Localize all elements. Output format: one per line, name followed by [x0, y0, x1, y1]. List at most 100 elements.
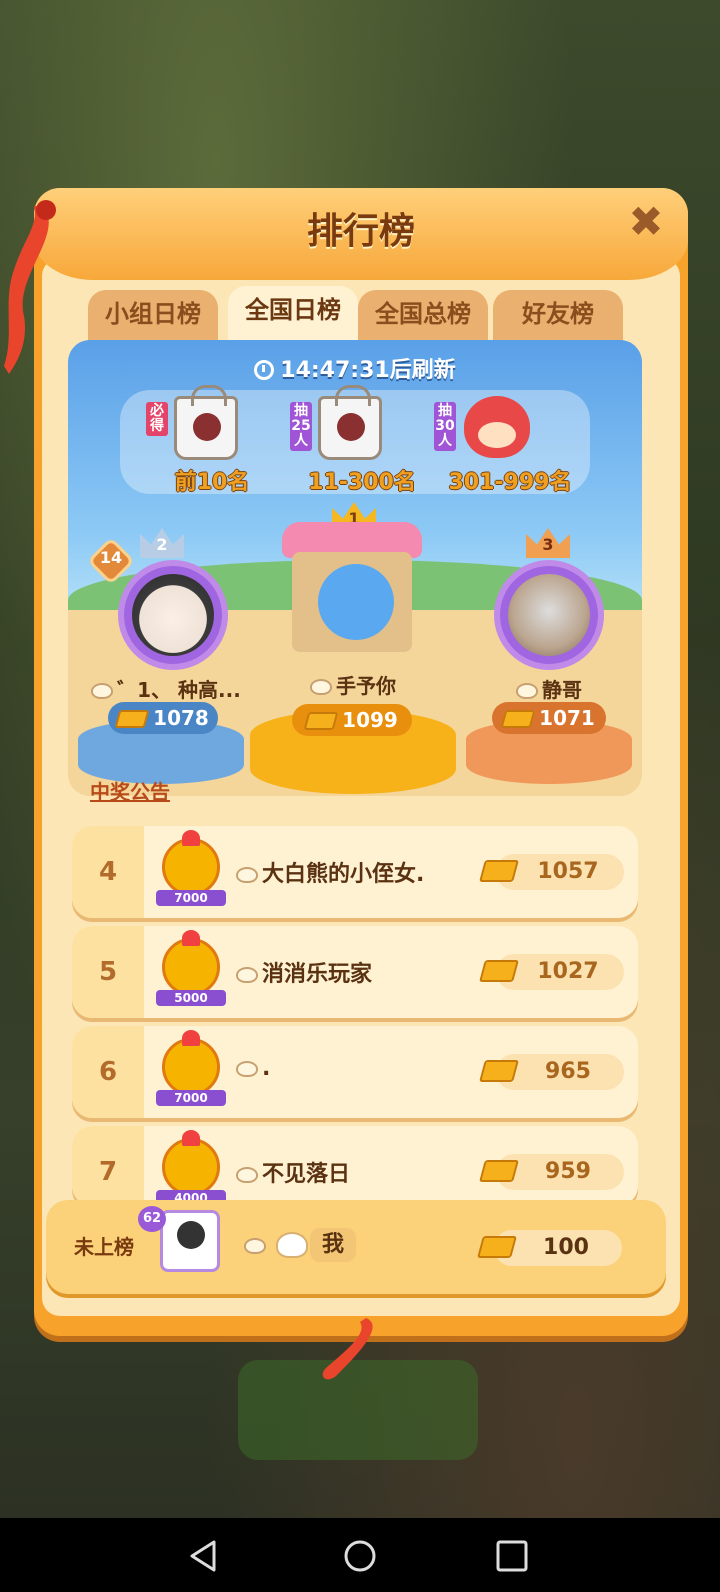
fox-plush-icon	[464, 396, 530, 458]
podium-second[interactable]: 2 14 ゛1、 种高... 1078	[78, 520, 248, 790]
gold-bar-icon	[114, 710, 150, 728]
knight-mascot-icon	[318, 564, 394, 640]
home-icon[interactable]	[338, 1534, 382, 1578]
refresh-timer: 14:47:31后刷新	[68, 352, 642, 384]
winner-announcement-link[interactable]: 中奖公告	[90, 776, 170, 805]
podium-score: 1099	[292, 704, 412, 736]
chick-crest-icon	[182, 830, 200, 846]
close-button[interactable]: ✖	[624, 200, 668, 244]
player-name: 静哥	[464, 674, 634, 703]
tab-national-total[interactable]: 全国总榜	[358, 290, 488, 342]
table-row[interactable]: 5 5000 消消乐玩家 1027	[72, 926, 638, 1018]
reward-tiers[interactable]: 必得 前10名 抽25人 11-300名 抽30人 301-999名	[120, 385, 590, 495]
score-text: 1078	[153, 706, 209, 730]
bunny-icon	[236, 1167, 258, 1183]
chick-avatar-icon	[162, 1038, 220, 1096]
avatar[interactable]: 5000	[156, 930, 226, 1010]
row-rank: 7	[72, 1126, 144, 1206]
tab-group-daily[interactable]: 小组日榜	[88, 290, 218, 342]
player-name: ゛1、 种高...	[86, 674, 246, 703]
avatar[interactable]	[118, 560, 228, 670]
player-name-text: 大白熊的小侄女.	[262, 862, 425, 887]
player-name: .	[236, 1056, 270, 1081]
tab-friends[interactable]: 好友榜	[493, 290, 623, 342]
bunny-icon	[236, 1061, 258, 1077]
ribbon-bottom-icon	[322, 1318, 373, 1380]
bunny-icon	[516, 683, 538, 699]
bunny-icon	[244, 1238, 266, 1254]
my-rank-row[interactable]: 未上榜 62 我 100	[46, 1200, 666, 1294]
row-rank: 5	[72, 926, 144, 1018]
rabbit-pet-icon	[276, 1232, 308, 1258]
level-number: 14	[99, 548, 123, 567]
table-row[interactable]: 7 4000 不见落日 959	[72, 1126, 638, 1206]
gift-bag-icon	[318, 385, 382, 460]
clock-icon	[254, 360, 275, 380]
back-icon[interactable]	[182, 1534, 226, 1578]
table-row[interactable]: 4 7000 大白熊的小侄女. 1057	[72, 826, 638, 918]
podium-score: 1078	[108, 702, 218, 734]
my-name: 我	[310, 1228, 357, 1262]
reward-tag: 抽30人	[434, 402, 456, 451]
reward-tier-3[interactable]: 抽30人 301-999名	[434, 396, 571, 495]
bunny-icon	[236, 867, 258, 883]
avatar[interactable]: 4000	[156, 1130, 226, 1210]
score-text: 1099	[342, 708, 398, 732]
podium-stage: 14:47:31后刷新 必得 前10名 抽25人 11-300名 抽30人 30…	[68, 340, 642, 796]
player-name: 消消乐玩家	[236, 956, 372, 988]
my-rank-status: 未上榜	[74, 1235, 134, 1259]
reward-tag: 抽25人	[290, 402, 312, 451]
avatar-badge: 5000	[156, 990, 226, 1006]
chick-crest-icon	[182, 1130, 200, 1146]
player-name-text: 手予你	[336, 674, 396, 698]
player-name: 手予你	[248, 670, 458, 699]
avatar-image	[508, 574, 590, 656]
refresh-text: 14:47:31后刷新	[280, 358, 456, 383]
bunny-icon	[236, 967, 258, 983]
player-name-text: .	[262, 1056, 271, 1081]
podium-third[interactable]: 3 静哥 1071	[464, 520, 634, 790]
chick-avatar-icon	[162, 838, 220, 896]
player-name-text: ゛1、 种高...	[117, 678, 241, 702]
player-name-text: 静哥	[542, 678, 582, 702]
reward-tier-2[interactable]: 抽25人 11-300名	[290, 385, 420, 495]
row-rank: 4	[72, 826, 144, 918]
avatar[interactable]: 7000	[156, 1030, 226, 1110]
gold-bar-icon	[479, 1060, 519, 1082]
player-name: 不见落日	[236, 1156, 350, 1188]
podium-rank: 2	[156, 535, 168, 554]
gold-bar-icon	[479, 960, 519, 982]
reward-range: 301-999名	[448, 470, 572, 495]
player-name-text: 消消乐玩家	[262, 962, 373, 987]
player-name: 大白熊的小侄女.	[236, 856, 424, 888]
score-text: 1071	[539, 706, 595, 730]
reward-tag: 必得	[146, 402, 168, 436]
ribbon-decoration-icon	[4, 200, 56, 374]
panel-title: 排行榜	[306, 211, 415, 252]
chick-avatar-icon	[162, 1138, 220, 1196]
gold-bar-icon	[500, 710, 536, 728]
my-avatar[interactable]	[160, 1210, 220, 1272]
avatar-image	[177, 1221, 205, 1249]
tab-national-daily[interactable]: 全国日榜	[228, 286, 358, 342]
gold-bar-icon	[479, 1160, 519, 1182]
my-level-badge: 62	[138, 1206, 166, 1232]
bunny-icon	[310, 679, 332, 695]
leaderboard-tabs: 小组日榜 全国日榜 全国总榜 好友榜	[88, 286, 628, 344]
avatar[interactable]: 7000	[156, 830, 226, 910]
recents-icon[interactable]	[490, 1534, 534, 1578]
podium-first[interactable]: 1 手予你 1099	[248, 500, 458, 796]
reward-range: 11-300名	[308, 470, 416, 495]
reward-tier-1[interactable]: 必得 前10名	[146, 385, 276, 495]
podium-score: 1071	[492, 702, 606, 734]
chick-avatar-icon	[162, 938, 220, 996]
row-rank: 6	[72, 1026, 144, 1118]
table-row[interactable]: 6 7000 . 965	[72, 1026, 638, 1118]
chick-crest-icon	[182, 1030, 200, 1046]
gold-bar-icon	[477, 1236, 517, 1258]
avatar-badge: 7000	[156, 890, 226, 906]
bronze-crown-icon: 3	[526, 528, 570, 558]
avatar[interactable]	[494, 560, 604, 670]
gold-bar-icon	[303, 712, 339, 730]
podium-rank: 3	[542, 535, 554, 554]
